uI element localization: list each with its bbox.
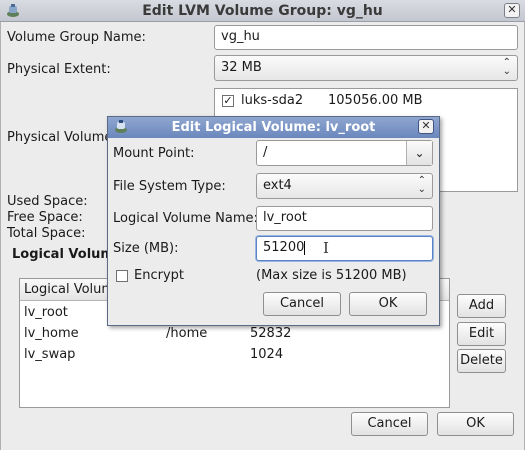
dialog-cancel-button[interactable]: Cancel	[263, 292, 341, 316]
mount-point-value: /	[263, 145, 268, 160]
cancel-button[interactable]: Cancel	[351, 412, 428, 436]
lv-row-mount: /home	[166, 326, 208, 341]
edit-lv-dialog: Edit Logical Volume: lv_root ✕ Mount Poi…	[107, 116, 440, 326]
lv-row-name[interactable]: lv_swap	[24, 347, 75, 362]
pv-size: 105056.00 MB	[328, 93, 423, 108]
pv-name: luks-sda2	[241, 93, 304, 108]
up-down-icon: ⌃ ⌄	[417, 175, 426, 195]
encrypt-checkbox[interactable]	[116, 270, 128, 282]
lv-row-size: 1024	[250, 347, 284, 362]
lv-name-label: Logical Volume Name:	[113, 211, 258, 226]
size-input[interactable]: 51200 I	[256, 236, 433, 261]
lv-name-input[interactable]: lv_root	[256, 206, 433, 231]
dialog-title: Edit Logical Volume: lv_root	[171, 120, 376, 135]
vg-name-input[interactable]: vg_hu	[214, 25, 518, 50]
pe-select[interactable]: 32 MB ⌃ ⌄	[214, 55, 518, 81]
ibeam-cursor-icon: I	[323, 239, 329, 257]
fs-type-select[interactable]: ext4 ⌃ ⌄	[256, 173, 433, 199]
free-space-label: Free Space:	[7, 210, 83, 225]
lv-row-name[interactable]: lv_home	[24, 326, 79, 341]
lv-section-label: Logical Volum	[12, 247, 114, 262]
lv-row-name[interactable]: lv_root	[24, 305, 68, 320]
dialog-ok-button[interactable]: OK	[349, 292, 427, 316]
mount-point-label: Mount Point:	[113, 146, 195, 161]
total-space-label: Total Space:	[7, 226, 86, 241]
pe-select-value: 32 MB	[221, 60, 262, 75]
encrypt-label[interactable]: Encrypt	[134, 268, 184, 283]
pe-label: Physical Extent:	[7, 62, 111, 77]
used-space-label: Used Space:	[7, 194, 88, 209]
max-size-text: (Max size is 51200 MB)	[256, 268, 407, 283]
pv-label: Physical Volume	[7, 130, 113, 145]
size-label: Size (MB):	[113, 241, 179, 256]
window-close-button[interactable]: ✕	[504, 3, 520, 18]
edit-button[interactable]: Edit	[457, 322, 506, 346]
window-titlebar: Edit LVM Volume Group: vg_hu ✕	[0, 0, 525, 22]
fs-type-value: ext4	[263, 178, 292, 193]
vg-name-label: Volume Group Name:	[7, 30, 146, 45]
size-input-value: 51200	[263, 240, 305, 255]
dialog-close-button[interactable]: ✕	[418, 119, 434, 134]
window-title: Edit LVM Volume Group: vg_hu	[142, 3, 383, 19]
up-down-icon: ⌃ ⌄	[502, 57, 511, 77]
chevron-down-icon[interactable]: ⌄	[406, 141, 432, 165]
fs-type-label: File System Type:	[113, 179, 226, 194]
pv-checkbox[interactable]: ✓	[222, 95, 234, 107]
delete-button[interactable]: Delete	[457, 349, 506, 373]
lv-row-size: 52832	[250, 326, 292, 341]
add-button[interactable]: Add	[457, 294, 506, 318]
dialog-titlebar: Edit Logical Volume: lv_root ✕	[108, 117, 439, 138]
text-caret	[304, 240, 306, 255]
lv-column-header: Logical Volum	[24, 282, 115, 297]
ok-button[interactable]: OK	[437, 412, 514, 436]
mount-point-combo[interactable]: / ⌄	[256, 140, 433, 166]
